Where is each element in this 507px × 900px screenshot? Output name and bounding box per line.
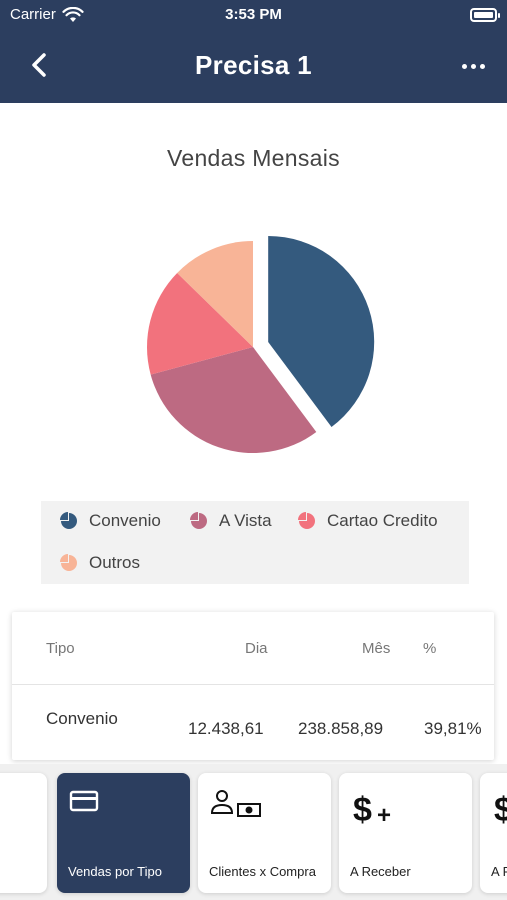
- tab-a-receber[interactable]: $ + A Receber: [339, 773, 472, 893]
- tab-label: Vendas por Tipo: [68, 864, 162, 879]
- column-header-mes: Mês: [362, 640, 391, 657]
- nav-bar: Precisa 1: [0, 40, 507, 92]
- dollar-icon: $: [494, 791, 507, 829]
- pie-slice-icon: [60, 512, 77, 529]
- tab-previous[interactable]: [0, 773, 47, 893]
- svg-text:+: +: [377, 802, 391, 829]
- legend-item-cartao-credito[interactable]: Cartao Credito: [297, 511, 438, 531]
- credit-card-icon: [69, 790, 99, 812]
- divider: [12, 684, 494, 685]
- cell-tipo: Convenio: [46, 709, 118, 728]
- svg-text:$: $: [494, 791, 507, 829]
- tab-vendas-por-tipo[interactable]: Vendas por Tipo: [57, 773, 190, 893]
- sales-table: Tipo Dia Mês % Convenio 12.438,61 238.85…: [12, 612, 494, 760]
- tab-label: A R: [491, 864, 507, 879]
- tab-label: A Receber: [350, 864, 411, 879]
- dollar-plus-icon: $ +: [353, 791, 391, 829]
- report-tab-strip[interactable]: Vendas por Tipo Clientes x Compra $ + A …: [0, 764, 507, 900]
- legend-item-a-vista[interactable]: A Vista: [189, 511, 272, 531]
- pie-slice-icon: [60, 554, 77, 571]
- cell-pct: 39,81%: [424, 719, 482, 738]
- legend-label: Convenio: [89, 511, 161, 530]
- chart-legend: Convenio A Vista Cartao Credito Outros: [41, 501, 469, 584]
- battery-icon: [470, 8, 500, 22]
- cell-mes: 238.858,89: [298, 719, 384, 738]
- svg-text:$: $: [353, 791, 372, 829]
- legend-item-outros[interactable]: Outros: [59, 553, 140, 573]
- legend-label: Cartao Credito: [327, 511, 438, 530]
- pie-slice-icon: [298, 512, 315, 529]
- tab-clientes-x-compra[interactable]: Clientes x Compra: [198, 773, 331, 893]
- customer-money-icon: [210, 790, 261, 817]
- status-bar: Carrier 3:53 PM: [0, 0, 507, 34]
- more-button[interactable]: [457, 54, 489, 78]
- legend-label: A Vista: [219, 511, 272, 530]
- tab-label: Clientes x Compra: [209, 864, 316, 879]
- column-header-tipo: Tipo: [46, 640, 75, 657]
- legend-label: Outros: [89, 553, 141, 572]
- column-header-dia: Dia: [245, 640, 268, 657]
- status-time: 3:53 PM: [225, 6, 282, 23]
- pie-slice-icon: [190, 512, 207, 529]
- app-header: Carrier 3:53 PM Precisa 1: [0, 0, 507, 103]
- pie-chart: [147, 235, 375, 453]
- tab-next[interactable]: $ A R: [480, 773, 507, 893]
- ellipsis-icon: [461, 63, 467, 69]
- cell-dia: 12.438,61: [188, 719, 264, 738]
- column-header-pct: %: [423, 640, 437, 657]
- legend-item-convenio[interactable]: Convenio: [59, 511, 161, 531]
- chart-title: Vendas Mensais: [167, 145, 340, 171]
- page-title: Precisa 1: [195, 50, 312, 80]
